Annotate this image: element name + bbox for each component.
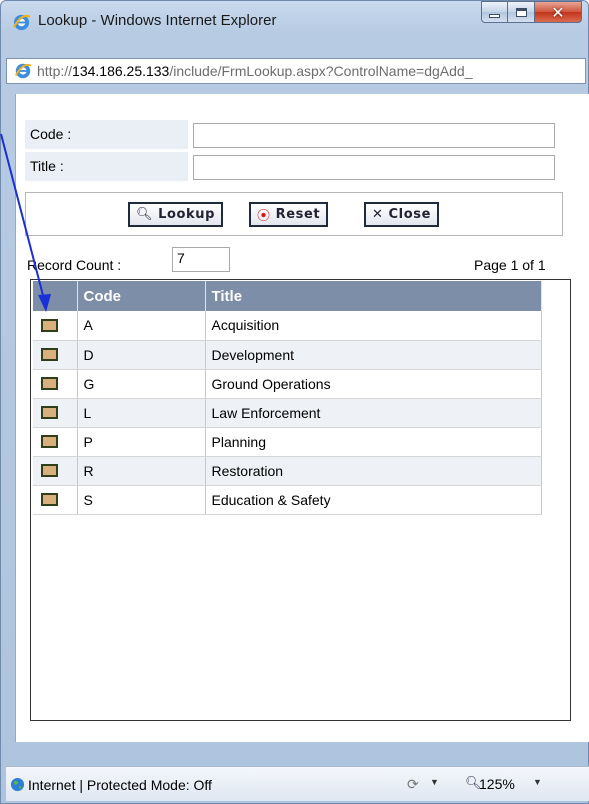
close-button[interactable]: ✕ Close	[364, 202, 439, 227]
select-button[interactable]	[41, 318, 58, 332]
window-title: Lookup - Windows Internet Explorer	[38, 12, 277, 29]
select-button[interactable]	[41, 435, 58, 448]
code-cell: A	[77, 311, 206, 341]
zoom-level[interactable]: 125%	[479, 776, 515, 792]
minimize-icon	[489, 14, 500, 18]
minimize-button[interactable]	[481, 1, 508, 23]
table-row: P Planning	[33, 427, 542, 457]
title-cell: Acquisition	[205, 311, 542, 341]
select-column-header	[33, 281, 78, 311]
close-button-label: Close	[388, 207, 431, 222]
title-cell: Education & Safety	[205, 485, 542, 515]
address-prefix: http://	[37, 63, 73, 79]
page-info: Page 1 of 1	[474, 257, 546, 273]
page-content: Code : Title : 🔍︎ Lookup ⦿ Reset ✕ Close…	[15, 94, 589, 742]
select-cell	[33, 456, 78, 486]
close-window-button[interactable]: ✕	[535, 1, 582, 23]
code-cell: S	[77, 485, 206, 515]
button-panel: 🔍︎ Lookup ⦿ Reset ✕ Close	[25, 192, 563, 236]
grid-header-row: Code Title	[33, 281, 542, 311]
table-row: A Acquisition	[33, 311, 542, 341]
code-cell: D	[77, 340, 206, 370]
record-count-field: 7	[172, 247, 230, 272]
target-icon: ⦿	[257, 209, 271, 224]
maximize-button[interactable]	[508, 1, 535, 23]
select-button[interactable]	[41, 377, 58, 390]
lookup-button-label: Lookup	[158, 207, 216, 222]
code-input[interactable]	[193, 123, 555, 148]
reset-button-label: Reset	[275, 207, 321, 222]
x-icon: ✕	[372, 207, 384, 222]
ie-page-icon	[14, 63, 32, 79]
title-bar[interactable]: Lookup - Windows Internet Explorer ✕	[1, 1, 588, 47]
zoom-dropdown-icon[interactable]: ▼	[533, 777, 542, 787]
reset-button[interactable]: ⦿ Reset	[249, 202, 329, 227]
globe-icon	[10, 777, 25, 792]
code-column-header: Code	[77, 281, 206, 311]
address-bar[interactable]: http://134.186.25.133/include/FrmLookup.…	[6, 58, 586, 84]
code-cell: G	[77, 369, 206, 399]
record-count-label: Record Count :	[27, 257, 122, 273]
title-column-header: Title	[205, 281, 542, 311]
select-cell	[33, 369, 78, 399]
code-row: Code :	[25, 120, 570, 149]
title-cell: Restoration	[205, 456, 542, 486]
maximize-icon	[515, 7, 527, 17]
window-controls: ✕	[481, 1, 582, 27]
table-row: L Law Enforcement	[33, 398, 542, 428]
close-icon: ✕	[551, 2, 565, 22]
table-row: R Restoration	[33, 456, 542, 486]
select-button[interactable]	[41, 493, 58, 506]
select-cell	[33, 427, 78, 457]
select-button[interactable]	[41, 464, 58, 477]
title-row: Title :	[25, 152, 570, 181]
chevron-down-icon[interactable]: ▼	[430, 777, 439, 787]
security-zone-text: Internet | Protected Mode: Off	[28, 777, 212, 793]
table-row: S Education & Safety	[33, 485, 542, 515]
browser-window: Lookup - Windows Internet Explorer ✕ htt…	[0, 0, 589, 804]
protected-mode-icon[interactable]: ⟳	[407, 776, 419, 793]
select-cell	[33, 340, 78, 370]
lookup-button[interactable]: 🔍︎ Lookup	[128, 202, 224, 227]
code-cell: L	[77, 398, 206, 428]
select-cell	[33, 311, 78, 341]
table-row: G Ground Operations	[33, 369, 542, 399]
status-bar: Internet | Protected Mode: Off ⟳ ▼ 🔍︎ 12…	[6, 766, 589, 801]
table-row: D Development	[33, 340, 542, 370]
results-grid: Code Title A Acquisition D Development G…	[33, 281, 542, 515]
select-button[interactable]	[41, 348, 58, 361]
code-label: Code :	[25, 120, 188, 149]
address-path: /include/FrmLookup.aspx?ControlName=dgAd…	[169, 63, 473, 79]
title-cell: Ground Operations	[205, 369, 542, 399]
code-cell: P	[77, 427, 206, 457]
results-grid-frame: Code Title A Acquisition D Development G…	[30, 279, 571, 721]
select-button[interactable]	[41, 406, 58, 419]
address-url: http://134.186.25.133/include/FrmLookup.…	[37, 63, 472, 79]
title-label: Title :	[25, 152, 188, 181]
select-cell	[33, 398, 78, 428]
magnifier-icon: 🔍︎	[136, 207, 154, 222]
ie-logo-icon	[12, 14, 31, 31]
select-cell	[33, 485, 78, 515]
title-cell: Planning	[205, 427, 542, 457]
title-input[interactable]	[193, 155, 555, 180]
address-host: 134.186.25.133	[72, 63, 170, 79]
title-cell: Law Enforcement	[205, 398, 542, 428]
title-cell: Development	[205, 340, 542, 370]
code-cell: R	[77, 456, 206, 486]
